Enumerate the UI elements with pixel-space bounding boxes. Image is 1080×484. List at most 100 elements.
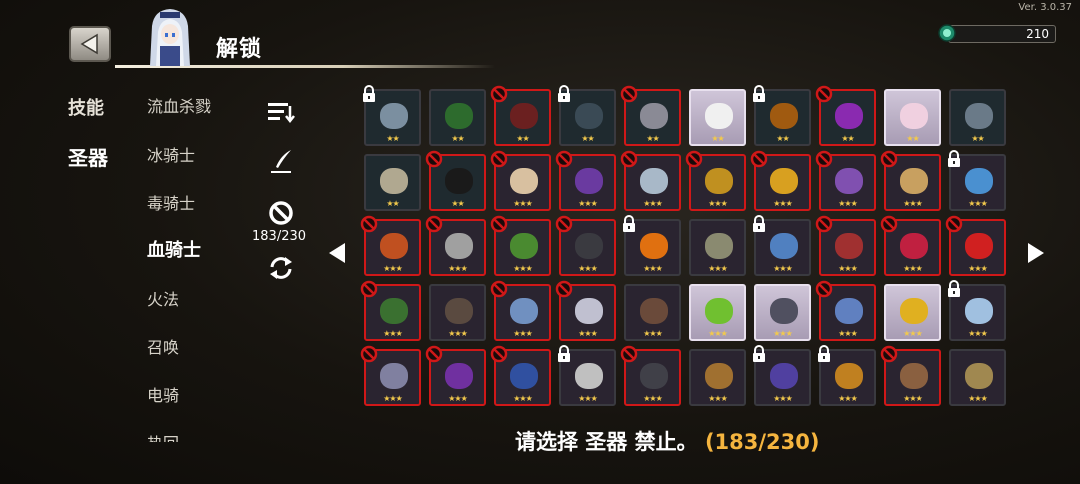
relic-slot[interactable]: ★★★ <box>945 215 1006 276</box>
relic-slot[interactable]: ★★★ <box>815 215 876 276</box>
category-relics[interactable]: 圣器 <box>68 142 108 171</box>
class-poison-knight[interactable]: 毒骑士 <box>147 190 195 214</box>
star-rating: ★★★ <box>643 329 663 338</box>
relic-icon <box>965 298 993 324</box>
relic-slot[interactable]: ★★★ <box>429 284 486 341</box>
relic-slot[interactable]: ★★★ <box>558 345 616 406</box>
relic-slot[interactable]: ★★★ <box>623 215 681 276</box>
relic-slot[interactable]: ★★★ <box>555 215 616 276</box>
sort-button[interactable] <box>266 97 296 127</box>
relic-icon <box>380 363 408 389</box>
relic-slot[interactable]: ★★★ <box>818 345 876 406</box>
relic-slot[interactable]: ★★★ <box>689 349 746 406</box>
relic-slot[interactable]: ★★★ <box>880 345 941 406</box>
relic-slot[interactable]: ★★★ <box>880 215 941 276</box>
relic-icon <box>705 298 733 324</box>
relic-icon <box>640 233 668 259</box>
star-rating: ★★★ <box>513 264 533 273</box>
page-title: 解锁 <box>216 37 263 62</box>
relic-slot[interactable]: ★★★ <box>689 284 746 341</box>
class-electric-rider[interactable]: 电骑 <box>147 382 179 406</box>
sort-icon <box>268 103 295 124</box>
relic-slot[interactable]: ★★★ <box>750 150 811 211</box>
class-heal[interactable]: 热回 <box>147 430 179 442</box>
relic-slot[interactable]: ★★ <box>429 89 486 146</box>
relic-slot[interactable]: ★★★ <box>884 284 941 341</box>
star-rating: ★★★ <box>838 394 858 403</box>
relic-slot[interactable]: ★★★ <box>555 280 616 341</box>
relic-slot[interactable]: ★★ <box>815 85 876 146</box>
relic-slot[interactable]: ★★ <box>558 85 616 146</box>
relic-slot[interactable]: ★★ <box>689 89 746 146</box>
relic-slot[interactable]: ★★ <box>884 89 941 146</box>
relic-slot[interactable]: ★★★ <box>949 349 1006 406</box>
lock-icon <box>753 85 765 102</box>
star-rating: ★★★ <box>578 199 598 208</box>
ban-counter: 183/230 <box>252 229 307 244</box>
relic-icon <box>575 233 603 259</box>
edit-button[interactable] <box>266 146 296 176</box>
class-summon[interactable]: 召唤 <box>147 334 179 358</box>
relic-slot[interactable]: ★★★ <box>490 345 551 406</box>
back-button[interactable] <box>69 26 111 62</box>
relic-slot[interactable]: ★★★ <box>815 150 876 211</box>
relic-slot[interactable]: ★★★ <box>685 150 746 211</box>
prev-page-arrow-icon[interactable] <box>329 243 345 263</box>
class-fire-mage[interactable]: 火法 <box>147 286 179 310</box>
relic-icon <box>575 103 603 129</box>
relic-slot[interactable]: ★★★ <box>689 219 746 276</box>
relic-slot[interactable]: ★★ <box>490 85 551 146</box>
lock-icon <box>948 280 960 297</box>
relic-slot[interactable]: ★★★ <box>360 280 421 341</box>
relic-icon <box>770 298 798 324</box>
relic-slot[interactable]: ★★★ <box>620 345 681 406</box>
refresh-button[interactable] <box>266 253 296 283</box>
relic-slot[interactable]: ★★★ <box>624 284 681 341</box>
relic-slot[interactable]: ★★★ <box>360 215 421 276</box>
relic-slot[interactable]: ★★★ <box>753 215 811 276</box>
star-rating: ★★★ <box>448 264 468 273</box>
category-skills[interactable]: 技能 <box>68 94 104 120</box>
relic-icon <box>640 363 668 389</box>
relic-slot[interactable]: ★★ <box>753 85 811 146</box>
relic-slot[interactable]: ★★★ <box>555 150 616 211</box>
star-rating: ★★ <box>776 134 789 143</box>
selection-prompt: 请选择 圣器 禁止。 (183/230) <box>515 426 819 456</box>
relic-slot[interactable]: ★★★ <box>490 215 551 276</box>
star-rating: ★★★ <box>903 329 923 338</box>
quill-icon <box>271 150 291 173</box>
star-rating: ★★ <box>971 134 984 143</box>
class-ice-knight[interactable]: 冰骑士 <box>147 142 195 166</box>
relic-slot[interactable]: ★★★ <box>753 345 811 406</box>
relic-slot[interactable]: ★★★ <box>360 345 421 406</box>
relic-slot[interactable]: ★★★ <box>425 345 486 406</box>
relic-grid: ★★ ★★ ★★ ★★ ★★ ★★ ★★ ★★ ★★ ★★ ★★ ★★ ★★★ ★★★ ★★★ ★★★ ★★★ ★… <box>360 85 1010 409</box>
relic-slot[interactable]: ★★★ <box>948 150 1006 211</box>
relic-icon <box>965 168 993 194</box>
relic-slot[interactable]: ★★★ <box>425 215 486 276</box>
relic-icon <box>380 168 408 194</box>
relic-slot[interactable]: ★★★ <box>880 150 941 211</box>
relic-slot[interactable]: ★★★ <box>948 280 1006 341</box>
next-page-arrow-icon[interactable] <box>1028 243 1044 263</box>
banned-icon <box>425 150 443 168</box>
relic-slot[interactable]: ★★ <box>620 85 681 146</box>
relic-icon <box>445 363 473 389</box>
star-rating: ★★★ <box>968 264 988 273</box>
relic-slot[interactable]: ★★ <box>364 154 421 211</box>
relic-icon <box>640 298 668 324</box>
lock-icon <box>753 215 765 232</box>
relic-slot[interactable]: ★★ <box>425 150 486 211</box>
relic-slot[interactable]: ★★ <box>363 85 421 146</box>
relic-slot[interactable]: ★★★ <box>490 280 551 341</box>
relic-slot[interactable]: ★★★ <box>620 150 681 211</box>
ban-filter-button[interactable] <box>266 198 296 228</box>
relic-slot[interactable]: ★★★ <box>815 280 876 341</box>
relic-slot[interactable]: ★★★ <box>490 150 551 211</box>
class-bleed-kill[interactable]: 流血杀戮 <box>147 93 211 117</box>
relic-slot[interactable]: ★★ <box>949 89 1006 146</box>
class-blood-knight[interactable]: 血骑士 <box>147 236 201 262</box>
star-rating: ★★ <box>711 134 724 143</box>
star-rating: ★★★ <box>773 264 793 273</box>
relic-slot[interactable]: ★★★ <box>754 284 811 341</box>
